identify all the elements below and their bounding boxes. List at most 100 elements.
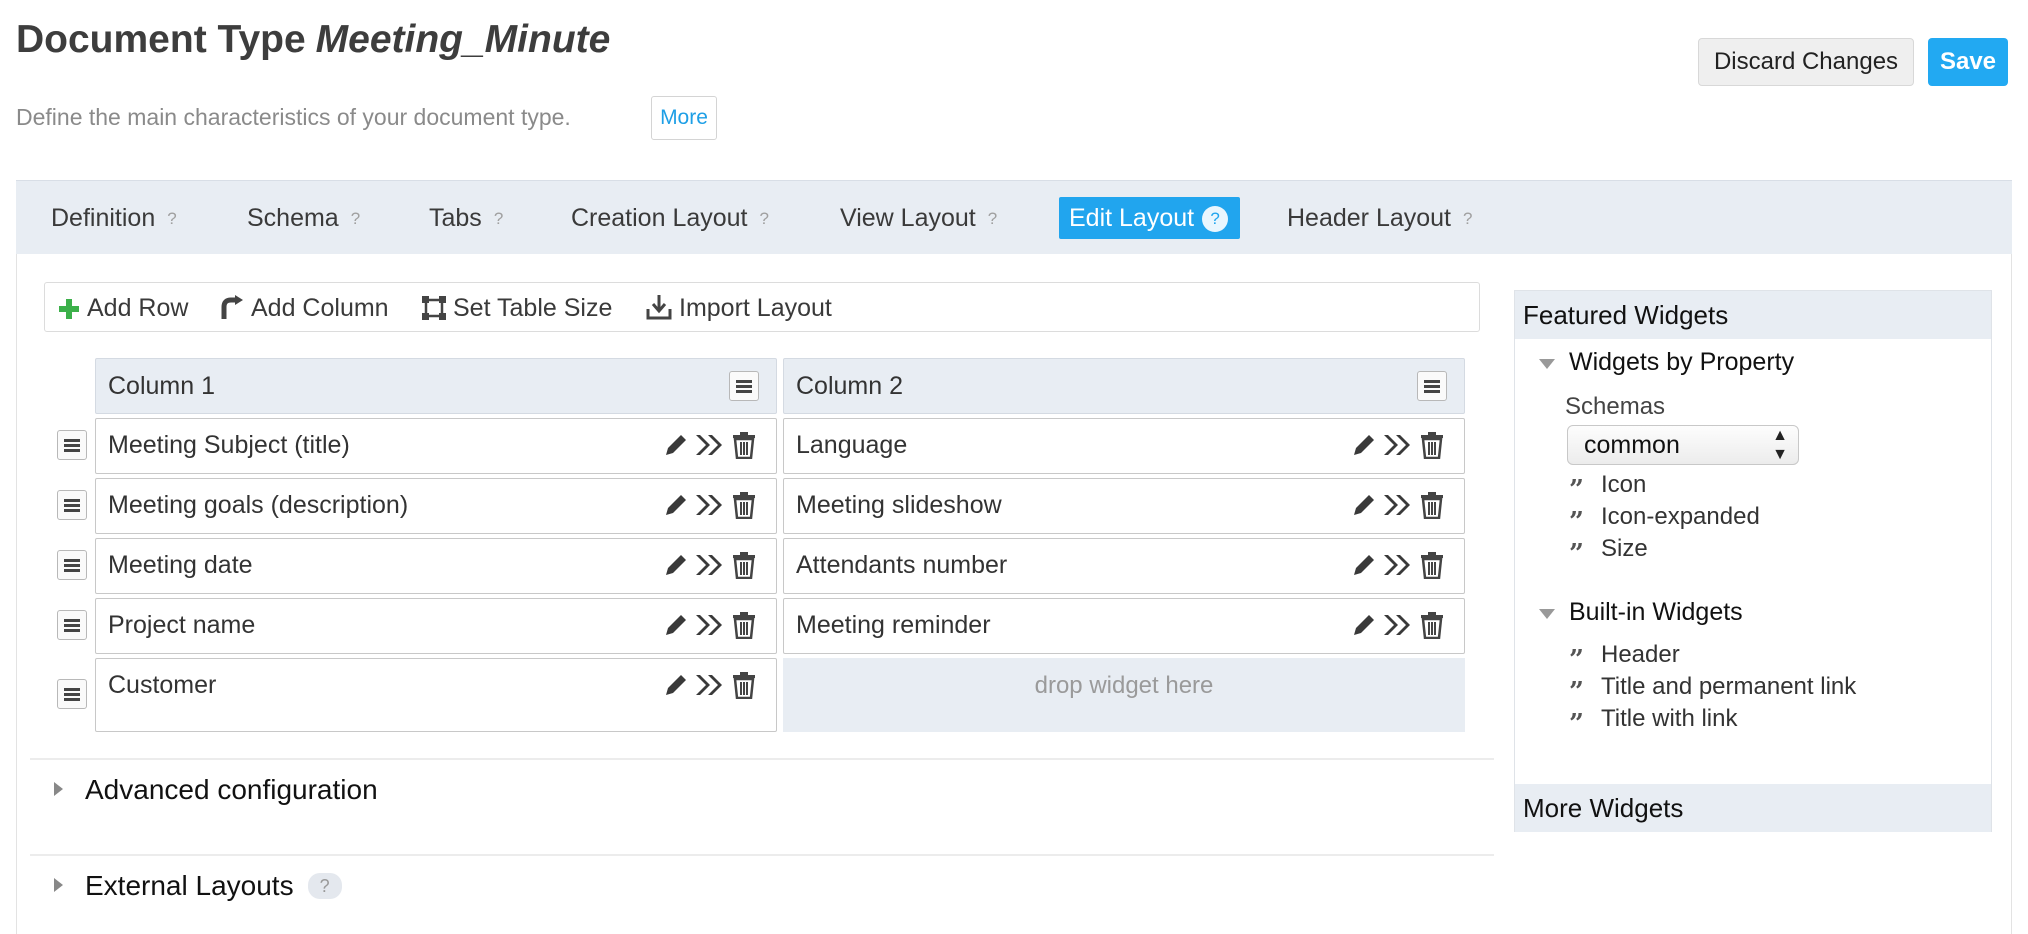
- caret-down-icon[interactable]: [1539, 359, 1555, 369]
- save-button[interactable]: Save: [1928, 38, 2008, 86]
- add-column-button[interactable]: Add Column: [219, 291, 389, 325]
- widget-cell[interactable]: Language: [783, 418, 1465, 474]
- widgets-by-property-toggle[interactable]: Widgets by Property: [1569, 348, 1794, 377]
- move-arrows-icon[interactable]: [694, 431, 726, 466]
- edit-pencil-icon[interactable]: [662, 551, 690, 586]
- row-menu-icon[interactable]: [57, 610, 87, 640]
- help-icon[interactable]: ?: [1202, 206, 1229, 232]
- trash-icon[interactable]: [730, 611, 758, 646]
- trash-icon[interactable]: [1418, 611, 1446, 646]
- row-menu-icon[interactable]: [57, 550, 87, 580]
- widget-item[interactable]: ” Title and permanent link: [1569, 673, 1856, 705]
- tab-tabs[interactable]: Tabs?: [429, 197, 503, 239]
- edit-pencil-icon[interactable]: [662, 491, 690, 526]
- widget-item[interactable]: ” Title with link: [1569, 705, 1737, 737]
- section-title: Advanced configuration: [85, 774, 378, 805]
- help-icon[interactable]: ?: [351, 198, 360, 240]
- trash-icon[interactable]: [730, 551, 758, 586]
- quote-icon: ”: [1569, 539, 1584, 569]
- move-arrows-icon[interactable]: [694, 671, 726, 706]
- widget-cell[interactable]: Project name: [95, 598, 777, 654]
- edit-pencil-icon[interactable]: [1350, 611, 1378, 646]
- divider: [30, 758, 1494, 760]
- help-icon[interactable]: ?: [307, 873, 342, 899]
- move-arrows-icon[interactable]: [694, 491, 726, 526]
- widget-item[interactable]: ” Icon-expanded: [1569, 503, 1760, 535]
- move-arrows-icon[interactable]: [1382, 551, 1414, 586]
- row-menu-icon[interactable]: [57, 679, 87, 709]
- move-arrows-icon[interactable]: [1382, 431, 1414, 466]
- cell-actions: [658, 671, 758, 701]
- widget-cell[interactable]: Meeting reminder: [783, 598, 1465, 654]
- edit-pencil-icon[interactable]: [1350, 431, 1378, 466]
- document-type-name: Meeting_Minute: [315, 18, 611, 61]
- widget-cell[interactable]: Customer: [95, 658, 777, 732]
- caret-down-icon[interactable]: [1539, 609, 1555, 619]
- row-menu-icon[interactable]: [57, 490, 87, 520]
- widget-cell[interactable]: Meeting Subject (title): [95, 418, 777, 474]
- move-arrows-icon[interactable]: [1382, 491, 1414, 526]
- help-icon[interactable]: ?: [494, 198, 503, 240]
- move-arrows-icon[interactable]: [1382, 611, 1414, 646]
- tab-header-layout[interactable]: Header Layout?: [1287, 197, 1472, 239]
- help-icon[interactable]: ?: [1463, 198, 1472, 240]
- widget-cell[interactable]: Meeting slideshow: [783, 478, 1465, 534]
- external-layouts-toggle[interactable]: External Layouts?: [54, 870, 342, 902]
- trash-icon[interactable]: [1418, 431, 1446, 466]
- trash-icon[interactable]: [730, 671, 758, 706]
- import-layout-button[interactable]: Import Layout: [645, 291, 832, 325]
- widget-label: Project name: [108, 611, 256, 639]
- trash-icon[interactable]: [730, 431, 758, 466]
- tab-label: Schema: [247, 204, 339, 232]
- add-row-label: Add Row: [87, 294, 189, 322]
- tab-schema[interactable]: Schema?: [247, 197, 360, 239]
- cell-actions: [658, 491, 758, 521]
- move-arrows-icon[interactable]: [694, 551, 726, 586]
- tab-creation-layout[interactable]: Creation Layout?: [571, 197, 769, 239]
- trash-icon[interactable]: [1418, 551, 1446, 586]
- column-menu-icon[interactable]: [729, 371, 759, 401]
- edit-pencil-icon[interactable]: [662, 611, 690, 646]
- tab-edit-layout[interactable]: Edit Layout?: [1059, 197, 1241, 239]
- widget-item[interactable]: ” Size: [1569, 535, 1648, 569]
- help-icon[interactable]: ?: [760, 198, 769, 240]
- edit-pencil-icon[interactable]: [662, 671, 690, 706]
- trash-icon[interactable]: [1418, 491, 1446, 526]
- quote-icon: ”: [1569, 645, 1584, 675]
- set-table-size-button[interactable]: Set Table Size: [421, 291, 612, 325]
- caret-right-icon: [54, 878, 63, 892]
- widget-item[interactable]: ” Icon: [1569, 471, 1647, 503]
- cell-actions: [1346, 611, 1446, 641]
- column-title: Column 2: [796, 372, 903, 400]
- trash-icon[interactable]: [730, 491, 758, 526]
- widget-cell[interactable]: Attendants number: [783, 538, 1465, 594]
- add-row-button[interactable]: Add Row: [57, 291, 188, 325]
- widget-item-label: Icon: [1601, 471, 1647, 498]
- widget-item-label: Size: [1601, 535, 1648, 562]
- tab-label: View Layout: [840, 204, 976, 232]
- more-button[interactable]: More: [651, 96, 717, 140]
- layout-toolbar: Add Row Add Column Set Table Size Import…: [44, 282, 1480, 332]
- widget-cell[interactable]: Meeting goals (description): [95, 478, 777, 534]
- widget-item[interactable]: ” Header: [1569, 641, 1680, 675]
- advanced-configuration-toggle[interactable]: Advanced configuration: [54, 774, 378, 806]
- help-icon[interactable]: ?: [988, 198, 997, 240]
- tab-definition[interactable]: Definition?: [51, 197, 177, 239]
- discard-changes-button[interactable]: Discard Changes: [1698, 38, 1914, 86]
- more-widgets-header[interactable]: More Widgets: [1515, 784, 1991, 832]
- edit-pencil-icon[interactable]: [1350, 491, 1378, 526]
- add-column-label: Add Column: [251, 294, 389, 322]
- drop-widget-zone[interactable]: drop widget here: [783, 658, 1465, 732]
- widget-label: Meeting reminder: [796, 611, 991, 639]
- column-menu-icon[interactable]: [1417, 371, 1447, 401]
- edit-pencil-icon[interactable]: [1350, 551, 1378, 586]
- built-in-widgets-toggle[interactable]: Built-in Widgets: [1569, 598, 1743, 627]
- set-table-size-label: Set Table Size: [453, 294, 613, 322]
- help-icon[interactable]: ?: [167, 198, 176, 240]
- tab-view-layout[interactable]: View Layout?: [840, 197, 997, 239]
- edit-pencil-icon[interactable]: [662, 431, 690, 466]
- row-menu-icon[interactable]: [57, 430, 87, 460]
- widget-cell[interactable]: Meeting date: [95, 538, 777, 594]
- move-arrows-icon[interactable]: [694, 611, 726, 646]
- schema-select[interactable]: common ▲ ▼: [1567, 425, 1799, 465]
